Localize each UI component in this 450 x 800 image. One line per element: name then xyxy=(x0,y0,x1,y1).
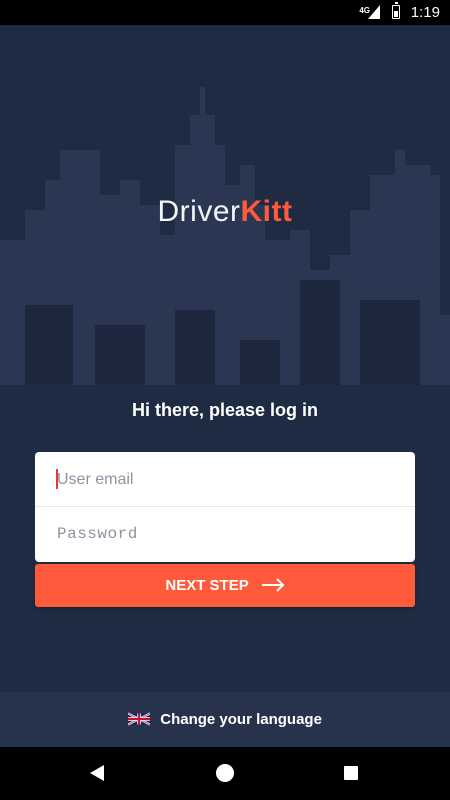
next-step-button[interactable]: NEXT STEP xyxy=(35,564,415,607)
back-icon[interactable] xyxy=(90,765,106,781)
home-icon[interactable] xyxy=(216,764,234,782)
next-step-label: NEXT STEP xyxy=(165,577,249,594)
status-bar: 4G 1:19 xyxy=(0,0,450,25)
signal-icon xyxy=(368,5,380,19)
login-form: User email Password xyxy=(35,452,415,562)
logo-text-kitt: Kitt xyxy=(240,195,293,228)
password-field[interactable]: Password xyxy=(35,507,415,562)
change-language-button[interactable]: Change your language xyxy=(0,692,450,747)
email-placeholder: User email xyxy=(57,471,134,488)
logo-text-driver: Driver xyxy=(157,195,241,228)
battery-icon xyxy=(392,2,400,19)
app-logo: DriverKitt xyxy=(0,195,450,229)
clock: 1:19 xyxy=(410,4,440,21)
arrow-right-icon xyxy=(261,577,285,592)
android-nav-bar xyxy=(0,747,450,800)
login-heading: Hi there, please log in xyxy=(131,400,319,420)
text-cursor xyxy=(56,469,58,489)
uk-flag-icon xyxy=(128,712,151,726)
change-language-label: Change your language xyxy=(160,711,322,728)
recent-apps-icon[interactable] xyxy=(344,766,358,780)
password-placeholder: Password xyxy=(57,525,138,543)
email-field[interactable]: User email xyxy=(35,452,415,507)
